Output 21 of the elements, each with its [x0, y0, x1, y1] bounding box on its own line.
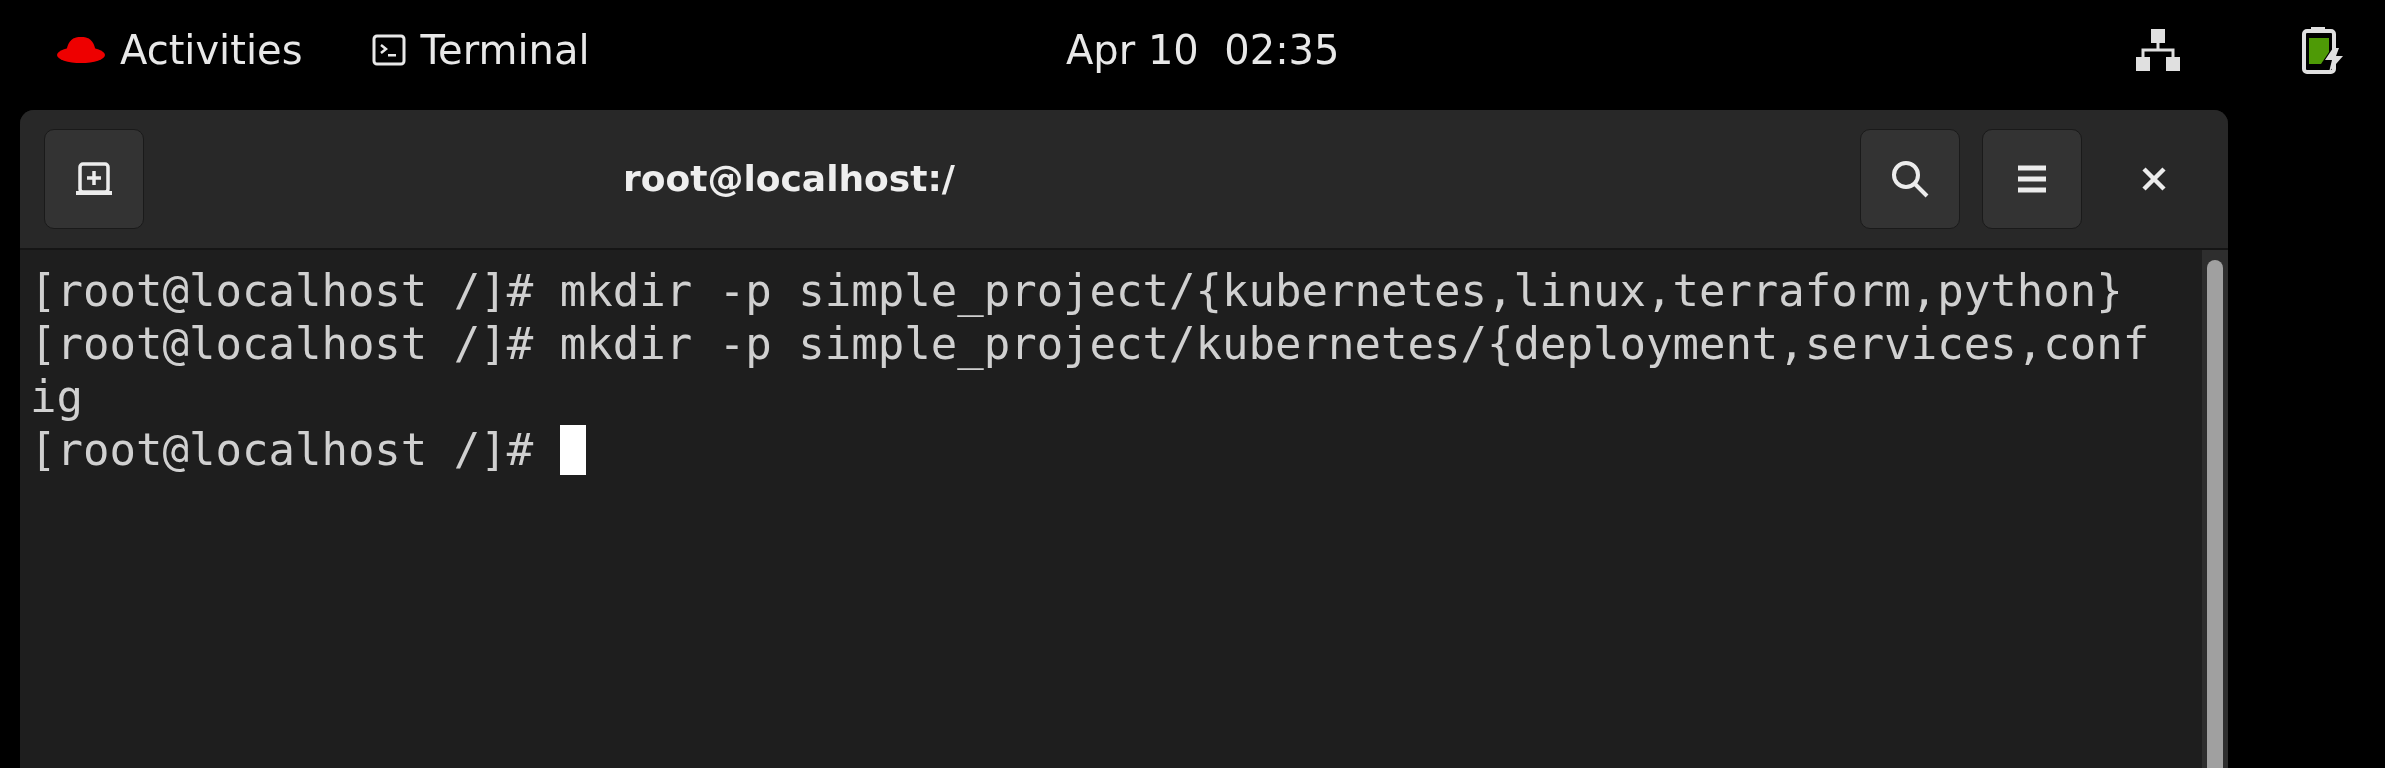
clock[interactable]: Apr 10 02:35: [1066, 20, 1340, 80]
hat-logo-icon: [56, 35, 106, 65]
terminal-icon: [372, 34, 407, 66]
window-title: root@localhost:/: [623, 157, 955, 201]
search-icon: [1889, 158, 1931, 200]
activities-button[interactable]: Activities: [120, 20, 303, 80]
new-tab-icon: [76, 162, 112, 196]
scrollbar[interactable]: [2202, 250, 2228, 768]
text-cursor: [559, 424, 586, 475]
terminal-line: ig: [30, 370, 83, 423]
battery-icon[interactable]: [2301, 26, 2345, 74]
close-icon: [2141, 166, 2167, 192]
search-button[interactable]: [1860, 129, 1960, 229]
menu-button[interactable]: [1982, 129, 2082, 229]
app-menu-label[interactable]: Terminal: [420, 20, 590, 80]
network-icon[interactable]: [2135, 27, 2181, 73]
menu-icon: [2016, 163, 2048, 195]
new-tab-button[interactable]: [44, 129, 144, 229]
terminal-line: [root@localhost /]# mkdir -p simple_project/{kubernetes,linux,terraform,python}: [30, 264, 2123, 317]
terminal-line: [root@localhost /]#: [30, 423, 535, 476]
terminal-line: [root@localhost /]# mkdir -p simple_project/kubernetes/{deployment,services,conf: [30, 317, 2150, 370]
